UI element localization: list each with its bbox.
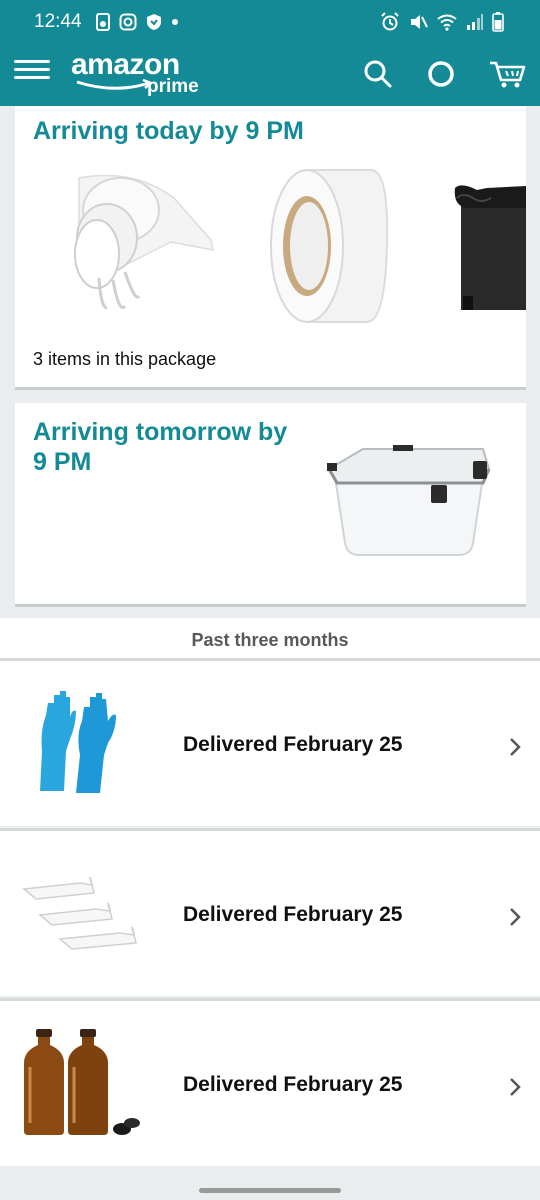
order-row[interactable]: Delivered February 25 bbox=[0, 998, 540, 1166]
menu-button[interactable] bbox=[14, 56, 50, 92]
sim-icon bbox=[95, 13, 110, 31]
search-icon[interactable] bbox=[362, 58, 394, 90]
arrival-title: Arriving today by 9 PM bbox=[33, 117, 304, 145]
chevron-right-icon[interactable] bbox=[506, 737, 524, 757]
instagram-icon bbox=[119, 13, 137, 31]
package-item-count: 3 items in this package bbox=[33, 349, 217, 369]
chevron-right-icon[interactable] bbox=[506, 1077, 524, 1097]
section-heading-past-orders: Past three months bbox=[0, 618, 540, 658]
menu-icon-line bbox=[14, 68, 50, 71]
order-status: Delivered February 25 bbox=[183, 733, 403, 756]
status-time: 12:44 bbox=[34, 11, 82, 32]
chevron-right-icon[interactable] bbox=[506, 907, 524, 927]
package-card-today[interactable]: Arriving today by 9 PM 3 items in this p… bbox=[15, 106, 526, 390]
notification-icons bbox=[95, 13, 179, 31]
app-header: amazon prime bbox=[0, 44, 540, 106]
amber-bottles-image bbox=[24, 1029, 140, 1135]
logo-prime: prime bbox=[147, 76, 199, 97]
black-bag-image bbox=[454, 185, 526, 310]
floating-shelves-image bbox=[22, 876, 137, 950]
wifi-icon bbox=[437, 14, 457, 31]
gesture-bar bbox=[0, 1172, 540, 1200]
alexa-icon[interactable] bbox=[425, 58, 457, 90]
order-status: Delivered February 25 bbox=[183, 903, 403, 926]
arrival-title-line1: Arriving tomorrow by bbox=[33, 418, 288, 446]
mute-icon bbox=[411, 15, 428, 29]
order-status: Delivered February 25 bbox=[183, 1073, 403, 1096]
order-row[interactable]: Delivered February 25 bbox=[0, 658, 540, 826]
gloves-image bbox=[40, 691, 116, 793]
dot-icon bbox=[171, 19, 178, 25]
storage-bin-image bbox=[327, 445, 491, 556]
menu-icon-line bbox=[14, 60, 50, 63]
funnel-set-image bbox=[74, 174, 214, 310]
amazon-prime-logo[interactable]: amazon prime bbox=[71, 50, 211, 102]
status-bar: 12:44 bbox=[0, 0, 540, 44]
alarm-icon bbox=[381, 12, 399, 31]
menu-icon-line bbox=[14, 76, 50, 79]
cart-icon[interactable] bbox=[488, 58, 528, 90]
battery-icon bbox=[492, 12, 504, 32]
signal-icon bbox=[467, 14, 483, 30]
system-icons bbox=[380, 12, 504, 32]
package-card-tomorrow[interactable]: Arriving tomorrow by 9 PM bbox=[15, 403, 526, 607]
arrival-title-line2: 9 PM bbox=[33, 448, 92, 476]
order-row[interactable]: Delivered February 25 bbox=[0, 828, 540, 996]
shield-icon bbox=[146, 14, 161, 30]
smile-arrow-icon bbox=[76, 78, 154, 90]
home-indicator[interactable] bbox=[199, 1188, 341, 1193]
white-tape-image bbox=[270, 169, 389, 323]
